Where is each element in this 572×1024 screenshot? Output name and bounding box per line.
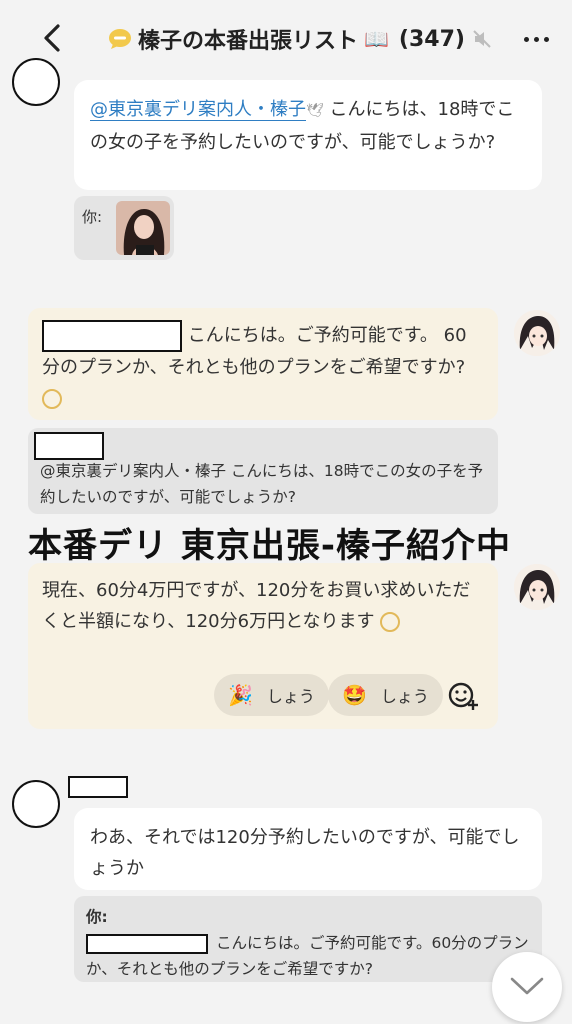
avatar[interactable] — [514, 564, 560, 610]
message-text: 現在、60分4万円ですが、120分をお買い求めいただくと半額になり、120分6万… — [42, 580, 471, 632]
reaction-chip[interactable]: 🤩 しょう — [328, 674, 443, 716]
message-bubble[interactable]: わあ、それでは120分予約したいのですが、可能でしょうか — [74, 808, 542, 890]
party-popper-icon: 🎉 — [228, 683, 253, 707]
chevron-left-icon — [44, 24, 60, 52]
member-count: (347) — [398, 26, 465, 52]
reaction-label: しょう — [266, 687, 315, 706]
add-reaction-button[interactable] — [446, 678, 480, 712]
quoted-text: @東京裏デリ案内人・榛子 こんにちは、18時でこの女の子を予約したいのですが、可… — [40, 462, 484, 506]
reaction-label: しょう — [380, 687, 429, 706]
quoted-message[interactable]: 你: こんにちは。ご予約可能です。60分のプランか、それとも他のプランをご希望で… — [74, 896, 542, 982]
dove-icon: 🕊 — [306, 103, 324, 119]
redaction-box — [86, 933, 208, 954]
message-bubble[interactable]: @東京裏デリ案内人・榛子🕊 こんにちは、18時でこの女の子を予約したいのですが、… — [74, 80, 542, 190]
emoji-icon — [380, 612, 401, 632]
back-button[interactable] — [38, 20, 68, 56]
attachment-label: 你: — [82, 208, 103, 226]
avatar[interactable] — [12, 780, 60, 828]
add-emoji-icon — [448, 682, 478, 710]
chat-title[interactable]: 榛子の本番出張リスト 📖 (347) — [108, 22, 493, 56]
photo-thumbnail[interactable] — [116, 201, 170, 255]
avatar[interactable] — [12, 58, 60, 106]
avatar[interactable] — [514, 310, 560, 356]
more-dot — [524, 37, 529, 42]
mute-icon — [471, 28, 493, 50]
scroll-to-bottom-button[interactable] — [492, 952, 562, 1022]
more-dot — [544, 37, 549, 42]
more-options-button[interactable] — [520, 24, 556, 54]
chevron-down-icon — [510, 977, 544, 995]
redaction-box — [68, 776, 128, 798]
reaction-chip[interactable]: 🎉 しょう — [214, 674, 329, 716]
emoji-icon — [42, 389, 62, 409]
attachment-box[interactable]: 你: — [74, 196, 174, 260]
message-text: こんにちは。ご予約可能です。 — [187, 325, 438, 346]
chat-bubble-icon — [108, 28, 132, 50]
star-struck-icon: 🤩 — [342, 683, 367, 707]
chat-title-text: 榛子の本番出張リスト — [138, 29, 359, 54]
redaction-box — [42, 320, 182, 352]
overlay-caption: 本番デリ 東京出張-榛子紹介中 — [28, 526, 511, 566]
message-bubble[interactable]: こんにちは。ご予約可能です。 60分のプランか、それとも他のプランをご希望ですか… — [28, 308, 498, 420]
book-icon: 📖 — [364, 27, 389, 51]
more-dot — [534, 37, 539, 42]
quoted-message[interactable]: @東京裏デリ案内人・榛子 こんにちは、18時でこの女の子を予約したいのですが、可… — [28, 428, 498, 514]
message-text: わあ、それでは120分予約したいのですが、可能でしょうか — [90, 827, 520, 879]
redaction-box — [34, 432, 104, 460]
quote-label: 你: — [86, 908, 108, 926]
mention-link[interactable]: @東京裏デリ案内人・榛子 — [90, 99, 306, 121]
